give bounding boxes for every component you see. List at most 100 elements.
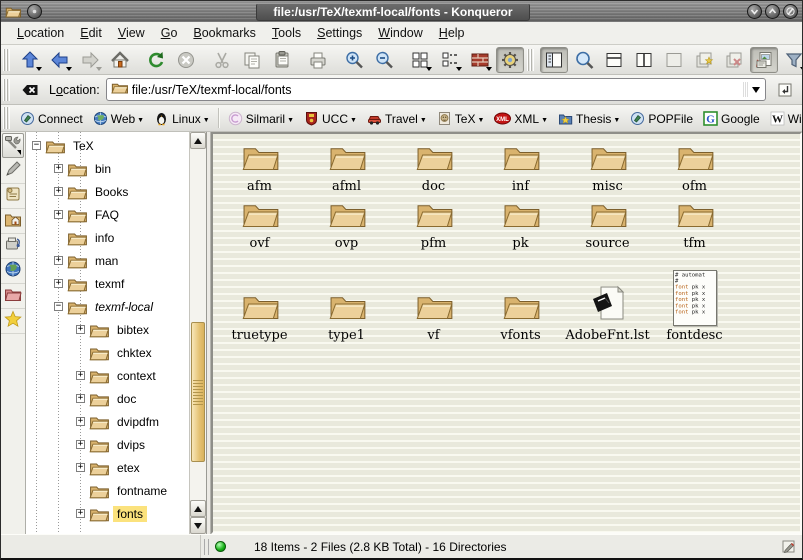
bookmark-ucc[interactable]: UCC▼ (299, 109, 362, 128)
tree-item-fontname[interactable]: fontname (26, 479, 189, 502)
split-view-left-right-button[interactable] (630, 47, 658, 73)
tree-item-dvips[interactable]: + dvips (26, 433, 189, 456)
tree-scrollbar[interactable] (189, 132, 206, 534)
tree-item-bin[interactable]: + bin (26, 157, 189, 180)
print-button[interactable] (304, 47, 332, 73)
home-button[interactable] (106, 47, 134, 73)
maximize-button[interactable] (765, 4, 780, 19)
filter-button[interactable] (780, 47, 803, 73)
bookmark-travel[interactable]: Travel▼ (362, 109, 432, 128)
reload-button[interactable] (142, 47, 170, 73)
expand-icon[interactable]: + (76, 463, 85, 472)
home-directory-button[interactable] (1, 209, 25, 234)
expand-icon[interactable]: + (54, 279, 63, 288)
tree-item-fonts[interactable]: + fonts (26, 502, 189, 525)
file-icon-view[interactable]: afm afml doc inf misc ofm ovf ovp pfm pk… (211, 132, 802, 534)
tree-item-texmf[interactable]: + texmf (26, 272, 189, 295)
sticky-button[interactable] (27, 4, 42, 19)
back-button[interactable] (46, 47, 74, 73)
file-vf[interactable]: vf (390, 251, 477, 343)
bookmark-xml[interactable]: XMLXML▼ (489, 109, 553, 128)
file-pk[interactable]: pk (477, 198, 564, 251)
bookmark-thesis[interactable]: Thesis▼ (553, 109, 625, 128)
expand-icon[interactable]: + (54, 187, 63, 196)
statusbar-edit-icon[interactable] (781, 539, 796, 554)
root-directory-button[interactable] (1, 284, 25, 309)
show-navigation-panel-button[interactable] (540, 47, 568, 73)
menu-go[interactable]: Go (153, 24, 186, 42)
tree-item-doc[interactable]: + doc (26, 387, 189, 410)
expand-icon[interactable]: + (76, 417, 85, 426)
file-inf[interactable]: inf (477, 141, 564, 198)
tree-item-context[interactable]: + context (26, 364, 189, 387)
find-button[interactable] (570, 47, 598, 73)
file-source[interactable]: source (564, 198, 651, 251)
detail-view-button[interactable] (436, 47, 464, 73)
close-button[interactable] (783, 4, 798, 19)
menu-bookmarks[interactable]: Bookmarks (185, 24, 264, 42)
configure-sidebar-button[interactable] (2, 133, 24, 158)
bookmark-wikipedia[interactable]: WWikipedia (765, 109, 803, 128)
menu-location[interactable]: Location (9, 24, 72, 42)
bookmark-linux[interactable]: Linux▼ (149, 109, 215, 128)
minimize-button[interactable] (747, 4, 762, 19)
expand-icon[interactable]: + (54, 164, 63, 173)
combo-dropdown-icon[interactable] (752, 87, 760, 93)
menu-settings[interactable]: Settings (309, 24, 370, 42)
go-button[interactable] (772, 77, 798, 103)
file-truetype[interactable]: truetype (216, 251, 303, 343)
menu-window[interactable]: Window (370, 24, 430, 42)
icon-view-button[interactable] (406, 47, 434, 73)
file-doc[interactable]: doc (390, 141, 477, 198)
toolbar-handle[interactable] (3, 49, 10, 71)
file-type1[interactable]: type1 (303, 251, 390, 343)
file-fontdesc[interactable]: # automat#font pk xfont pk xfont pk xfon… (651, 251, 738, 343)
bookmark-silmaril[interactable]: Silmaril▼ (223, 109, 299, 128)
up-button[interactable] (16, 47, 44, 73)
history-button[interactable] (1, 184, 25, 209)
bookmark-popfile[interactable]: POPFile (625, 109, 698, 128)
toolbar-section-handle[interactable] (527, 49, 534, 71)
expand-icon[interactable]: + (54, 256, 63, 265)
copy-button[interactable] (238, 47, 266, 73)
bookmark-web[interactable]: Web▼ (88, 109, 149, 128)
bookmark-tex[interactable]: TeX▼ (432, 109, 490, 128)
tree-item-faq[interactable]: + FAQ (26, 203, 189, 226)
expand-icon[interactable]: + (76, 394, 85, 403)
file-misc[interactable]: misc (564, 141, 651, 198)
menu-view[interactable]: View (110, 24, 153, 42)
collapse-icon[interactable]: − (32, 141, 41, 150)
bookmarks-button[interactable] (1, 309, 25, 334)
zoom-in-button[interactable] (340, 47, 368, 73)
tree-item-info[interactable]: info (26, 226, 189, 249)
title-bar[interactable]: file:/usr/TeX/texmf-local/fonts - Konque… (1, 1, 802, 22)
tree-item-bibtex[interactable]: + bibtex (26, 318, 189, 341)
expand-icon[interactable]: + (54, 210, 63, 219)
zoom-out-button[interactable] (370, 47, 398, 73)
file-afm[interactable]: afm (216, 141, 303, 198)
file-ovf[interactable]: ovf (216, 198, 303, 251)
tree-item-dvipdfm[interactable]: + dvipdfm (26, 410, 189, 433)
scrollbar-thumb[interactable] (191, 322, 205, 462)
tree-item-books[interactable]: + Books (26, 180, 189, 203)
bookmarks-edit-button[interactable] (1, 159, 25, 184)
expand-icon[interactable]: + (76, 509, 85, 518)
embedded-viewer-button[interactable] (496, 47, 524, 73)
paste-button[interactable] (268, 47, 296, 73)
location-toolbar-handle[interactable] (3, 79, 10, 101)
file-vfonts[interactable]: vfonts (477, 251, 564, 343)
bookmark-connect[interactable]: Connect (15, 109, 88, 128)
bookmark-google[interactable]: GGoogle (698, 109, 765, 128)
location-input[interactable] (128, 83, 743, 97)
file-ovp[interactable]: ovp (303, 198, 390, 251)
file-afml[interactable]: afml (303, 141, 390, 198)
menu-edit[interactable]: Edit (72, 24, 110, 42)
scroll-up-button-bottom[interactable] (190, 500, 206, 517)
file-adobefnt.lst[interactable]: AdobeFnt.lst (564, 251, 651, 343)
services-button[interactable] (1, 234, 25, 259)
tree-item-chktex[interactable]: chktex (26, 341, 189, 364)
bookmark-toolbar-handle[interactable] (3, 107, 10, 129)
expand-icon[interactable]: + (76, 440, 85, 449)
bricks-view-button[interactable] (466, 47, 494, 73)
split-view-top-bottom-button[interactable] (600, 47, 628, 73)
